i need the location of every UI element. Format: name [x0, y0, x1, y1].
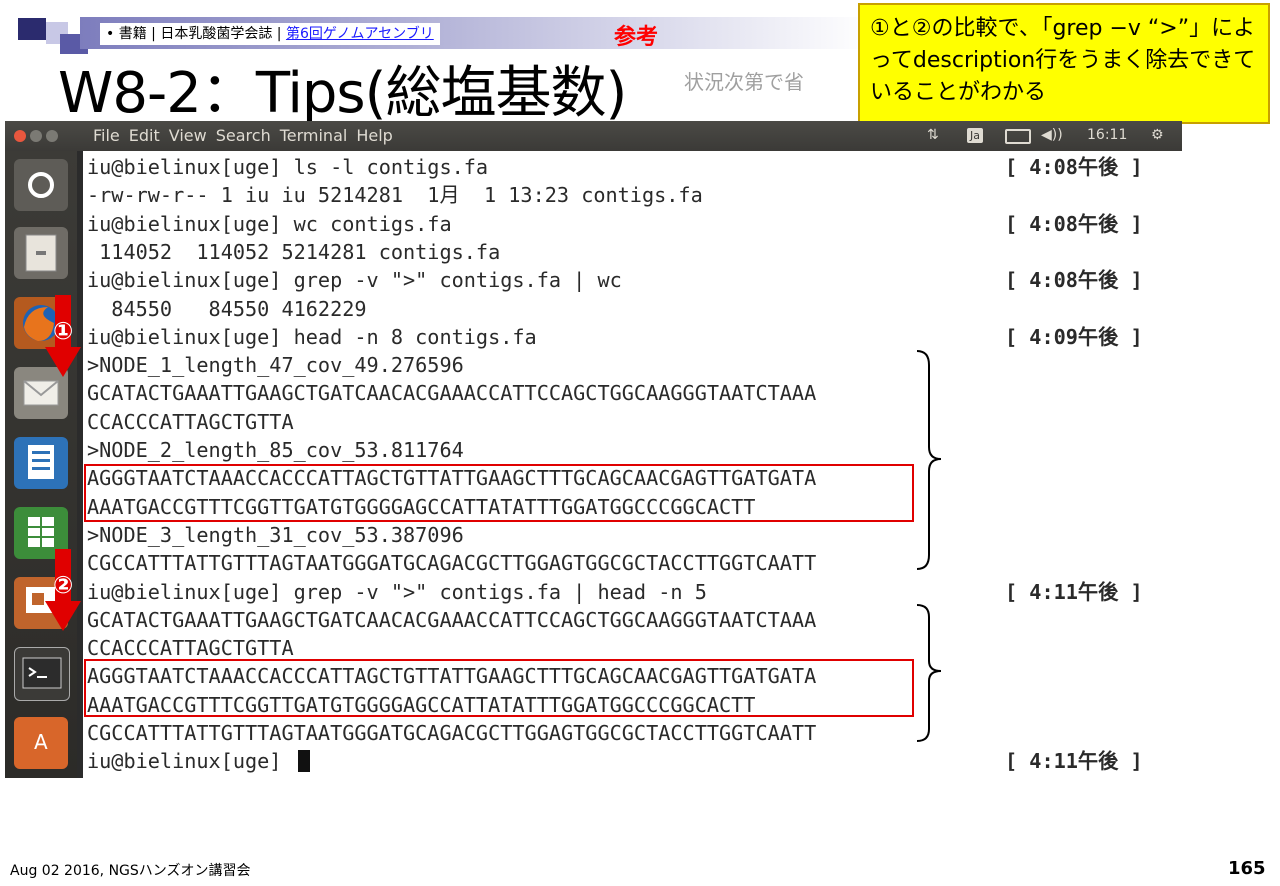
terminal-line: iu@bielinux[uge] ls -l contigs.fa: [87, 155, 489, 179]
file-cabinet-icon[interactable]: [14, 227, 68, 279]
menu-search[interactable]: Search: [216, 126, 271, 145]
highlight-box-1: [84, 464, 914, 522]
terminal-line: >NODE_3_length_31_cov_53.387096: [87, 522, 464, 547]
unity-launcher: A: [5, 151, 77, 778]
brace-block-1: [916, 350, 942, 570]
terminal-icon[interactable]: [14, 647, 70, 701]
battery-icon[interactable]: [1005, 129, 1031, 144]
terminal-line: 114052 114052 5214281 contigs.fa: [87, 239, 501, 264]
prompt-timestamp: [ 4:09午後 ]: [1005, 324, 1143, 349]
prompt-timestamp: [ 4:08午後 ]: [1005, 268, 1143, 293]
marker-2-label: ②: [53, 571, 74, 599]
terminal-line: GCATACTGAAATTGAAGCTGATCAACACGAAACCATTCCA…: [87, 607, 817, 632]
writer-doc-icon[interactable]: [14, 437, 68, 489]
terminal-line: iu@bielinux[uge] head -n 8 contigs.fa: [87, 324, 537, 349]
menu-edit[interactable]: Edit: [129, 126, 160, 145]
callout-note: ①と②の比較で､「grep −v “>”」によってdescription行をうま…: [858, 3, 1270, 124]
prompt-timestamp: [ 4:08午後 ]: [1005, 155, 1143, 179]
software-center-icon[interactable]: A: [14, 717, 68, 769]
prompt-timestamp: [ 4:11午後 ]: [1005, 749, 1143, 774]
top-menubar: File Edit View Search Terminal Help ⇅ Ja ◀)) …: [5, 121, 1182, 151]
menu-file[interactable]: File: [93, 126, 120, 145]
svg-text:A: A: [34, 730, 48, 754]
volume-icon[interactable]: ◀)): [1041, 127, 1063, 143]
input-method-indicator[interactable]: Ja: [967, 128, 983, 143]
menu-view[interactable]: View: [169, 126, 207, 145]
terminal-line: >NODE_2_length_85_cov_53.811764: [87, 438, 464, 462]
terminal-window[interactable]: iu@bielinux[uge] ls -l contigs.fa [ 4:08午…: [83, 151, 1182, 778]
clock[interactable]: 16:11: [1087, 127, 1127, 143]
decor-square-dark: [18, 18, 46, 40]
terminal-line: iu@bielinux[uge] wc contigs.fa: [87, 211, 452, 236]
reference-tag: 参考: [614, 25, 659, 50]
prompt-timestamp: [ 4:08午後 ]: [1005, 211, 1143, 236]
network-icon[interactable]: ⇅: [927, 127, 939, 143]
terminal-line: GCATACTGAAATTGAAGCTGATCAACACGAAACCATTCCA…: [87, 381, 817, 406]
menu: File Edit View Search Terminal Help: [93, 126, 402, 145]
prompt-timestamp: [ 4:11午後 ]: [1005, 579, 1143, 604]
terminal-line: 84550 84550 4162229: [87, 296, 367, 321]
terminal-line: CGCCATTTATTGTTTAGTAATGGGATGCAGACGCTTGGAG…: [87, 721, 817, 745]
slide-subnote: 状況次第で省: [684, 70, 804, 94]
highlight-box-2: [84, 659, 914, 717]
terminal-line: iu@bielinux[uge]: [87, 747, 310, 775]
terminal-line: CCACCCATTAGCTGTTA: [87, 409, 294, 434]
ubuntu-dash-icon[interactable]: [14, 159, 68, 211]
slide-title: W8-2：Tips(総塩基数): [58, 61, 627, 126]
menu-terminal[interactable]: Terminal: [280, 126, 348, 145]
terminal-line: >NODE_1_length_47_cov_49.276596: [87, 353, 464, 378]
breadcrumb: • 書籍 | 日本乳酸菌学会誌 | 第6回ゲノムアセンブリ: [100, 23, 440, 45]
ubuntu-screenshot: File Edit View Search Terminal Help ⇅ Ja ◀)) …: [5, 121, 1182, 778]
window-maximize-button[interactable]: [46, 130, 58, 142]
power-gear-icon[interactable]: ⚙: [1151, 127, 1164, 143]
terminal-line: iu@bielinux[uge] grep -v ">" contigs.fa …: [87, 579, 707, 604]
breadcrumb-link[interactable]: 第6回ゲノムアセンブリ: [286, 26, 434, 42]
page-number: 165: [1228, 858, 1266, 879]
breadcrumb-prefix: • 書籍 | 日本乳酸菌学会誌 |: [106, 26, 286, 42]
window-minimize-button[interactable]: [30, 130, 42, 142]
terminal-line: CGCCATTTATTGTTTAGTAATGGGATGCAGACGCTTGGAG…: [87, 551, 817, 576]
terminal-cursor: [297, 750, 310, 773]
terminal-line: -rw-rw-r-- 1 iu iu 5214281 1月 1 13:23 co…: [87, 183, 703, 208]
marker-1-label: ①: [53, 317, 74, 345]
footer: Aug 02 2016, NGSハンズオン講習会: [10, 863, 251, 879]
terminal-line: CCACCCATTAGCTGTTA: [87, 636, 294, 661]
terminal-line: iu@bielinux[uge] grep -v ">" contigs.fa …: [87, 268, 622, 293]
menu-help[interactable]: Help: [356, 126, 392, 145]
brace-block-2: [916, 604, 942, 742]
window-close-button[interactable]: [14, 130, 26, 142]
